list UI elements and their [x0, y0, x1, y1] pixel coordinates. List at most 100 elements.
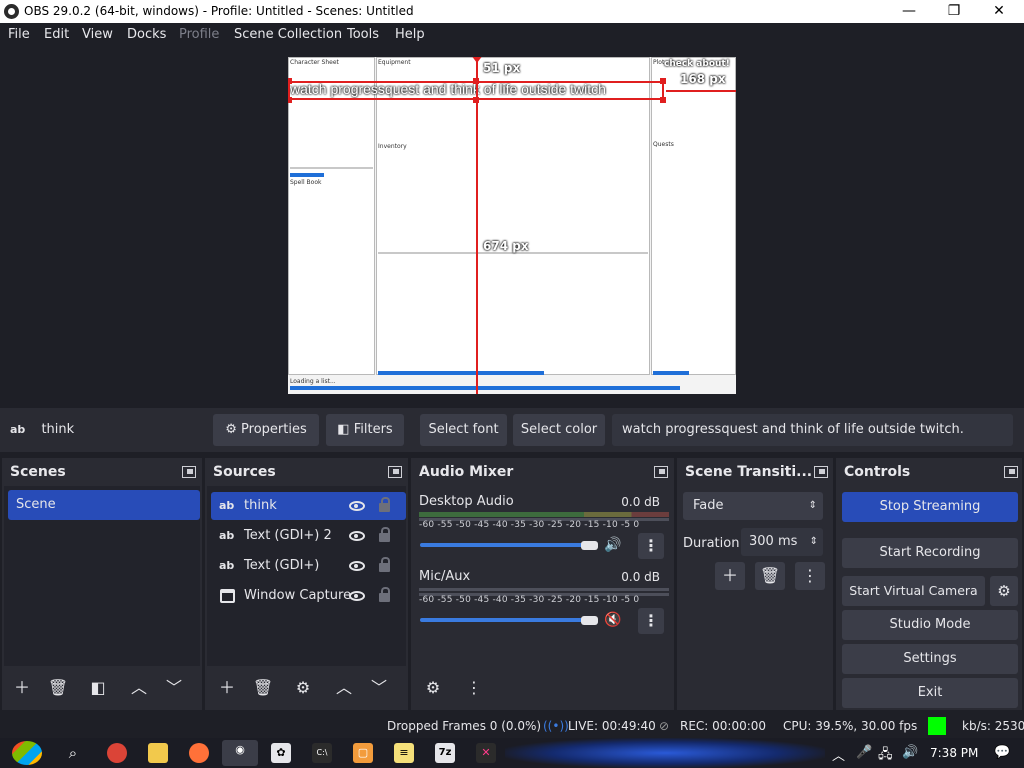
7zip-icon[interactable]: 7z: [435, 743, 455, 763]
stop-streaming-button[interactable]: Stop Streaming: [842, 492, 1018, 522]
menu-file[interactable]: File: [8, 27, 30, 42]
terminal-icon[interactable]: C:\: [312, 743, 332, 763]
firefox-icon[interactable]: [189, 743, 209, 763]
settings-button[interactable]: Settings: [842, 644, 1018, 674]
notepad-icon[interactable]: ≡: [394, 743, 414, 763]
transition-menu-button[interactable]: ⋮: [795, 562, 825, 590]
advanced-audio-button[interactable]: ⚙: [418, 674, 448, 702]
channel-menu-button[interactable]: ⋮: [638, 608, 664, 634]
eye-icon[interactable]: [349, 561, 365, 571]
minimize-button[interactable]: —: [886, 0, 932, 23]
remove-transition-button[interactable]: 🗑: [755, 562, 785, 590]
pq-progress-bar: [290, 173, 324, 177]
float-dock-icon[interactable]: [654, 466, 668, 478]
app-icon[interactable]: ▢: [353, 743, 373, 763]
volume-slider[interactable]: [420, 543, 592, 547]
eye-icon[interactable]: [349, 501, 365, 511]
network-icon[interactable]: 🖧: [878, 745, 893, 767]
source-properties-button[interactable]: ⚙: [288, 674, 318, 702]
volume-slider-handle[interactable]: [581, 541, 598, 550]
close-button[interactable]: ✕: [976, 0, 1022, 23]
volume-icon[interactable]: 🔊: [902, 745, 918, 760]
menu-tools[interactable]: Tools: [347, 27, 379, 42]
clock[interactable]: 7:38 PM: [930, 746, 978, 760]
resize-handle[interactable]: [660, 97, 666, 103]
resize-handle[interactable]: [288, 97, 292, 103]
preview-canvas[interactable]: Character Sheet Equipment Plot Spell Boo…: [288, 57, 736, 394]
remove-source-button[interactable]: 🗑: [248, 674, 278, 702]
show-hidden-icons-icon[interactable]: ︿: [832, 745, 845, 764]
add-scene-button[interactable]: ＋: [7, 674, 37, 702]
lock-icon[interactable]: [379, 557, 390, 572]
muted-speaker-icon[interactable]: 🔇: [604, 612, 621, 628]
properties-button[interactable]: ⚙ Properties: [213, 414, 319, 446]
file-explorer-icon[interactable]: [148, 743, 168, 763]
scene-filters-button[interactable]: ◧: [83, 674, 113, 702]
filters-button[interactable]: ◧ Filters: [326, 414, 404, 446]
maximize-button[interactable]: ❐: [931, 0, 977, 23]
cpu-usage: CPU: 39.5%, 30.00 fps: [783, 719, 918, 733]
eye-icon[interactable]: [349, 591, 365, 601]
menu-scene-collection[interactable]: Scene Collection: [234, 27, 342, 42]
duration-input[interactable]: 300 ms ⇕: [741, 528, 823, 556]
lock-icon[interactable]: [379, 527, 390, 542]
source-label: Text (GDI+): [244, 558, 320, 573]
channel-name: Desktop Audio: [419, 494, 514, 509]
float-dock-icon[interactable]: [388, 466, 402, 478]
channel-menu-button[interactable]: ⋮: [638, 533, 664, 559]
menu-help[interactable]: Help: [395, 27, 425, 42]
scene-item[interactable]: Scene: [8, 490, 200, 520]
source-item[interactable]: Window Capture: [211, 582, 406, 610]
pq-plot-pane: [651, 57, 736, 375]
exit-button[interactable]: Exit: [842, 678, 1018, 708]
lock-icon[interactable]: [379, 587, 390, 602]
app-icon[interactable]: ✿: [271, 743, 291, 763]
search-icon[interactable]: ⌕: [63, 743, 83, 763]
add-transition-button[interactable]: ＋: [715, 562, 745, 590]
start-button-icon[interactable]: [12, 741, 42, 765]
move-up-button[interactable]: ︿: [124, 674, 154, 702]
studio-mode-button[interactable]: Studio Mode: [842, 610, 1018, 640]
source-item[interactable]: ab Text (GDI+): [211, 552, 406, 580]
float-dock-icon[interactable]: [814, 466, 828, 478]
move-down-button[interactable]: ﹀: [364, 674, 394, 702]
notifications-icon[interactable]: 💬: [994, 745, 1010, 760]
resize-handle[interactable]: [288, 78, 292, 84]
resize-handle[interactable]: [660, 78, 666, 84]
eye-icon[interactable]: [349, 531, 365, 541]
lock-icon[interactable]: [379, 497, 390, 512]
obs-taskbar-icon[interactable]: ◉: [222, 740, 258, 766]
scene-transitions-dock: Scene Transiti... Fade ⇕ Duration 300 ms…: [677, 458, 833, 710]
small-overlay-text[interactable]: check about!: [664, 59, 730, 69]
float-dock-icon[interactable]: [1004, 466, 1018, 478]
text-value-input[interactable]: watch progressquest and think of life ou…: [612, 414, 1013, 446]
source-item[interactable]: ab think: [211, 492, 406, 520]
chrome-icon[interactable]: [107, 743, 127, 763]
transition-select[interactable]: Fade ⇕: [683, 492, 823, 520]
mixer-menu-button[interactable]: ⋮: [459, 674, 489, 702]
select-font-button[interactable]: Select font: [420, 414, 507, 446]
start-recording-button[interactable]: Start Recording: [842, 538, 1018, 568]
virtual-camera-settings-button[interactable]: ⚙: [990, 576, 1018, 606]
select-color-button[interactable]: Select color: [513, 414, 605, 446]
move-up-button[interactable]: ︿: [329, 674, 359, 702]
add-source-button[interactable]: ＋: [212, 674, 242, 702]
start-virtual-camera-button[interactable]: Start Virtual Camera: [842, 576, 985, 606]
volume-slider-handle[interactable]: [581, 616, 598, 625]
rec-icon: ⊘: [659, 719, 670, 733]
menu-edit[interactable]: Edit: [44, 27, 69, 42]
spin-arrows-icon[interactable]: ⇕: [810, 528, 818, 556]
preview-area[interactable]: Character Sheet Equipment Plot Spell Boo…: [0, 47, 1024, 407]
move-down-button[interactable]: ﹀: [159, 674, 189, 702]
app-icon[interactable]: ✕: [476, 743, 496, 763]
menu-profile[interactable]: Profile: [179, 27, 219, 42]
remove-scene-button[interactable]: 🗑: [43, 674, 73, 702]
volume-slider[interactable]: [420, 618, 592, 622]
microphone-icon[interactable]: 🎤: [856, 745, 872, 760]
float-dock-icon[interactable]: [182, 466, 196, 478]
menu-docks[interactable]: Docks: [127, 27, 166, 42]
menu-view[interactable]: View: [82, 27, 113, 42]
connection-status-indicator: [928, 717, 946, 735]
speaker-icon[interactable]: 🔊: [604, 537, 621, 553]
source-item[interactable]: ab Text (GDI+) 2: [211, 522, 406, 550]
